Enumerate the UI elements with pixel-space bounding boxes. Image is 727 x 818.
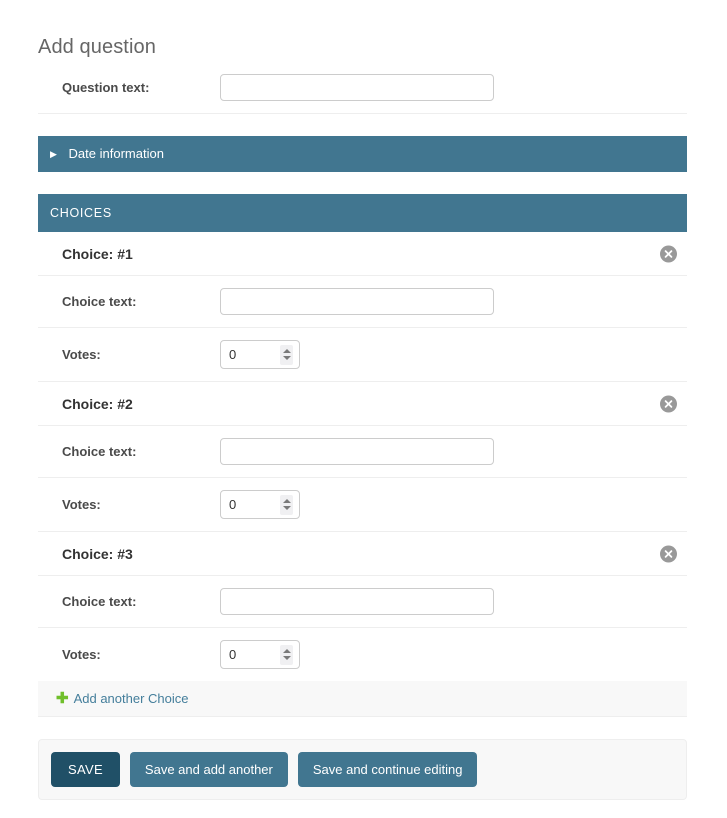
inline-item-choice-1: Choice: #1 Choice text: Votes: 0 (38, 232, 687, 382)
main-fieldset: Question text: (38, 62, 687, 114)
form-row-votes-3: Votes: 0 (38, 628, 687, 681)
plus-icon: ✚ (56, 692, 69, 706)
date-information-header-label: Date information (69, 146, 164, 161)
spinner-arrows-icon[interactable] (280, 495, 293, 515)
form-row-choice-text-2: Choice text: (38, 426, 687, 478)
votes-label-3: Votes: (50, 647, 220, 662)
save-and-add-another-button[interactable]: Save and add another (130, 752, 288, 787)
delete-circle-x-icon[interactable] (660, 545, 677, 562)
votes-value-2: 0 (221, 491, 236, 518)
votes-stepper-2[interactable]: 0 (220, 490, 300, 519)
spinner-arrows-icon[interactable] (280, 645, 293, 665)
add-another-choice-link[interactable]: Add another Choice (74, 691, 189, 706)
choice-text-label-2: Choice text: (50, 444, 220, 459)
inline-heading-choice-2: Choice: #2 (38, 382, 687, 426)
form-row-votes-1: Votes: 0 (38, 328, 687, 382)
inline-item-choice-3: Choice: #3 Choice text: Votes: 0 (38, 532, 687, 681)
votes-stepper-1[interactable]: 0 (220, 340, 300, 369)
chevron-up-icon[interactable] (283, 349, 291, 353)
chevron-down-icon[interactable] (283, 506, 291, 510)
choice-text-label-3: Choice text: (50, 594, 220, 609)
inline-heading-choice-1: Choice: #1 (38, 232, 687, 276)
add-another-choice-row[interactable]: ✚ Add another Choice (38, 681, 687, 717)
choice-text-input-1[interactable] (220, 288, 494, 315)
form-row-votes-2: Votes: 0 (38, 478, 687, 532)
form-row-choice-text-3: Choice text: (38, 576, 687, 628)
inline-title-choice-3: Choice: #3 (50, 546, 133, 562)
choices-header-label: CHOICES (50, 206, 112, 220)
page-title: Add question (38, 35, 156, 59)
votes-label-1: Votes: (50, 347, 220, 362)
save-and-continue-editing-button[interactable]: Save and continue editing (298, 752, 478, 787)
choice-text-input-3[interactable] (220, 588, 494, 615)
form-row-question-text: Question text: (38, 62, 687, 114)
add-question-page: Add question Question text: ▶ Date infor… (0, 0, 727, 818)
choices-header: CHOICES (38, 194, 687, 232)
form-row-choice-text-1: Choice text: (38, 276, 687, 328)
date-information-header[interactable]: ▶ Date information (38, 136, 687, 172)
inline-title-choice-1: Choice: #1 (50, 246, 133, 262)
votes-label-2: Votes: (50, 497, 220, 512)
inline-item-choice-2: Choice: #2 Choice text: Votes: 0 (38, 382, 687, 532)
chevron-up-icon[interactable] (283, 499, 291, 503)
votes-value-1: 0 (221, 341, 236, 368)
choice-text-input-2[interactable] (220, 438, 494, 465)
inline-heading-choice-3: Choice: #3 (38, 532, 687, 576)
save-button[interactable]: SAVE (51, 752, 120, 787)
submit-row: SAVE Save and add another Save and conti… (38, 739, 687, 800)
triangle-right-icon: ▶ (50, 146, 57, 162)
inline-title-choice-2: Choice: #2 (50, 396, 133, 412)
chevron-up-icon[interactable] (283, 649, 291, 653)
votes-value-3: 0 (221, 641, 236, 668)
date-information-fieldset: ▶ Date information (38, 136, 687, 172)
question-text-label: Question text: (50, 80, 220, 95)
delete-circle-x-icon[interactable] (660, 245, 677, 262)
choices-inline-group: CHOICES Choice: #1 Choice text: (38, 194, 687, 717)
question-text-input[interactable] (220, 74, 494, 101)
form-content: Question text: ▶ Date information CHOICE… (38, 62, 687, 800)
choice-text-label-1: Choice text: (50, 294, 220, 309)
spinner-arrows-icon[interactable] (280, 345, 293, 365)
delete-circle-x-icon[interactable] (660, 395, 677, 412)
chevron-down-icon[interactable] (283, 656, 291, 660)
chevron-down-icon[interactable] (283, 356, 291, 360)
votes-stepper-3[interactable]: 0 (220, 640, 300, 669)
